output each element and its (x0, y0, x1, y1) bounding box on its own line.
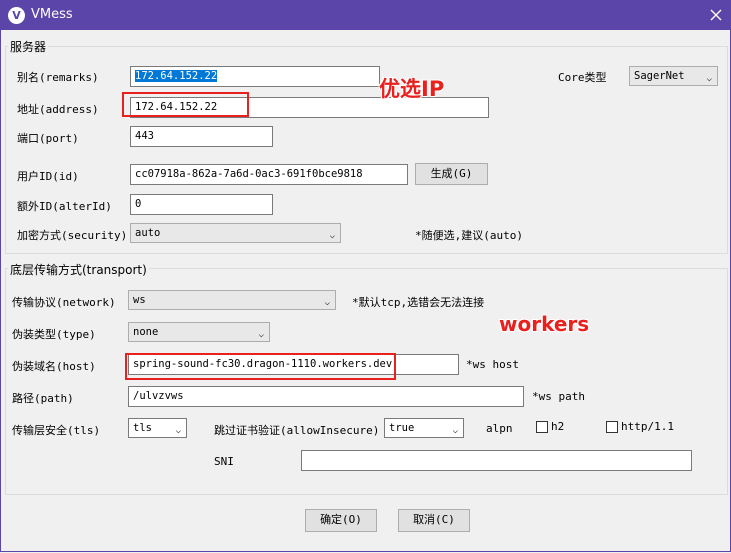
workers-highlight-box (125, 353, 396, 380)
network-value: ws (133, 294, 146, 306)
allow-insecure-value: true (389, 422, 415, 434)
allow-insecure-select[interactable]: true ⌵ (384, 418, 464, 438)
path-hint: *ws path (532, 390, 585, 403)
user-id-label: 用户ID(id) (17, 170, 79, 183)
type-label: 伪装类型(type) (12, 328, 96, 341)
security-hint: *随便选,建议(auto) (415, 229, 523, 242)
path-label: 路径(path) (12, 392, 74, 405)
tls-select[interactable]: tls ⌵ (128, 418, 187, 438)
remarks-input[interactable]: 172.64.152.22 (130, 66, 380, 87)
ip-highlight-box (122, 92, 249, 117)
workers-annotation: workers (499, 312, 590, 336)
alterid-input[interactable]: 0 (130, 194, 273, 215)
chevron-down-icon: ⌵ (706, 74, 712, 84)
security-label: 加密方式(security) (17, 229, 128, 242)
title-bar: V VMess (0, 0, 731, 30)
port-label: 端口(port) (17, 132, 79, 145)
chevron-down-icon: ⌵ (324, 298, 330, 308)
app-logo-icon: V (8, 7, 25, 24)
ok-button[interactable]: 确定(O) (305, 509, 377, 532)
server-legend: 服务器 (8, 38, 49, 55)
security-select[interactable]: auto ⌵ (130, 223, 341, 243)
core-type-value: SagerNet (634, 70, 685, 82)
chevron-down-icon: ⌵ (258, 330, 264, 340)
alpn-h2-label: h2 (551, 420, 565, 433)
tls-label: 传输层安全(tls) (12, 424, 101, 437)
alpn-h2-checkbox[interactable] (536, 421, 548, 433)
chevron-down-icon: ⌵ (175, 426, 181, 436)
type-value: none (133, 326, 159, 338)
sni-label: SNI (214, 455, 234, 468)
path-input[interactable]: /ulvzvws (128, 386, 524, 407)
core-type-select[interactable]: SagerNet ⌵ (629, 66, 718, 86)
address-label: 地址(address) (17, 103, 99, 116)
alpn-http11-label: http/1.1 (621, 420, 674, 433)
sni-input[interactable] (301, 450, 692, 471)
alpn-http11-checkbox[interactable] (606, 421, 618, 433)
alpn-label: alpn (486, 422, 513, 435)
network-select[interactable]: ws ⌵ (128, 290, 336, 310)
user-id-input[interactable]: cc07918a-862a-7a6d-0ac3-691f0bce9818 (130, 164, 408, 185)
host-hint: *ws host (466, 358, 519, 371)
ip-annotation: 优选IP (379, 77, 445, 101)
close-icon[interactable] (701, 0, 731, 30)
network-hint: *默认tcp,选错会无法连接 (352, 296, 485, 309)
generate-button[interactable]: 生成(G) (415, 163, 488, 185)
network-label: 传输协议(network) (12, 296, 116, 309)
window-title: VMess (31, 7, 73, 22)
chevron-down-icon: ⌵ (452, 426, 458, 436)
port-input[interactable]: 443 (130, 126, 273, 147)
remarks-label: 别名(remarks) (17, 71, 99, 84)
cancel-button[interactable]: 取消(C) (398, 509, 470, 532)
remarks-selected-text: 172.64.152.22 (135, 70, 218, 82)
core-type-label: Core类型 (558, 71, 607, 84)
tls-value: tls (133, 422, 152, 434)
type-select[interactable]: none ⌵ (128, 322, 270, 342)
chevron-down-icon: ⌵ (329, 231, 335, 241)
transport-legend: 底层传输方式(transport) (8, 261, 149, 278)
host-label: 伪装域名(host) (12, 360, 96, 373)
alterid-label: 额外ID(alterId) (17, 200, 112, 213)
allow-insecure-label: 跳过证书验证(allowInsecure) (214, 424, 380, 437)
security-value: auto (135, 227, 161, 239)
